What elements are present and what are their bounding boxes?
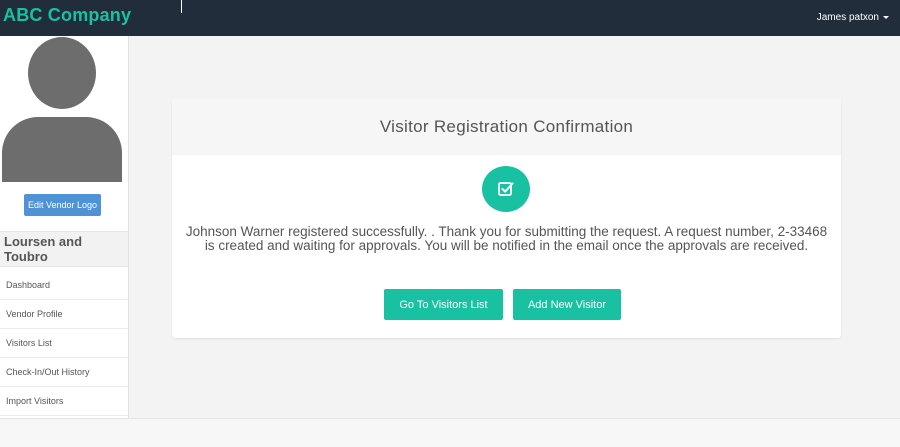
- user-menu[interactable]: James patxon: [817, 12, 889, 23]
- edit-vendor-logo-button[interactable]: Edit Vendor Logo: [24, 194, 101, 216]
- sidebar-item-check-in-out-history[interactable]: Check-In/Out History: [0, 358, 128, 387]
- sidebar-item-dashboard[interactable]: Dashboard: [0, 271, 128, 300]
- sidebar-item-vendor-profile[interactable]: Vendor Profile: [0, 300, 128, 329]
- top-navbar: ABC Company James patxon: [0, 0, 900, 36]
- confirmation-card: Visitor Registration Confirmation Johnso…: [172, 99, 841, 338]
- check-square-icon: [498, 182, 514, 196]
- go-to-visitors-list-button[interactable]: Go To Visitors List: [384, 289, 503, 320]
- brand-logo[interactable]: ABC Company: [3, 5, 131, 26]
- success-badge: [482, 166, 530, 212]
- add-new-visitor-button[interactable]: Add New Visitor: [513, 289, 621, 320]
- sidebar-item-import-visitors[interactable]: Import Visitors: [0, 387, 128, 416]
- text-cursor: [181, 0, 182, 13]
- user-name: James patxon: [816, 12, 879, 23]
- vendor-logo-placeholder: [2, 37, 122, 182]
- page-title: Visitor Registration Confirmation: [172, 99, 841, 155]
- vendor-name: Loursen and Toubro: [0, 231, 128, 267]
- sidebar: Edit Vendor Logo Loursen and Toubro Dash…: [0, 36, 129, 418]
- sidebar-nav: Dashboard Vendor Profile Visitors List C…: [0, 271, 128, 416]
- user-silhouette-body: [2, 117, 122, 182]
- user-silhouette-icon: [28, 37, 96, 109]
- confirmation-message: Johnson Warner registered successfully. …: [185, 224, 828, 253]
- footer: [0, 418, 900, 447]
- caret-down-icon: [883, 15, 889, 19]
- sidebar-item-visitors-list[interactable]: Visitors List: [0, 329, 128, 358]
